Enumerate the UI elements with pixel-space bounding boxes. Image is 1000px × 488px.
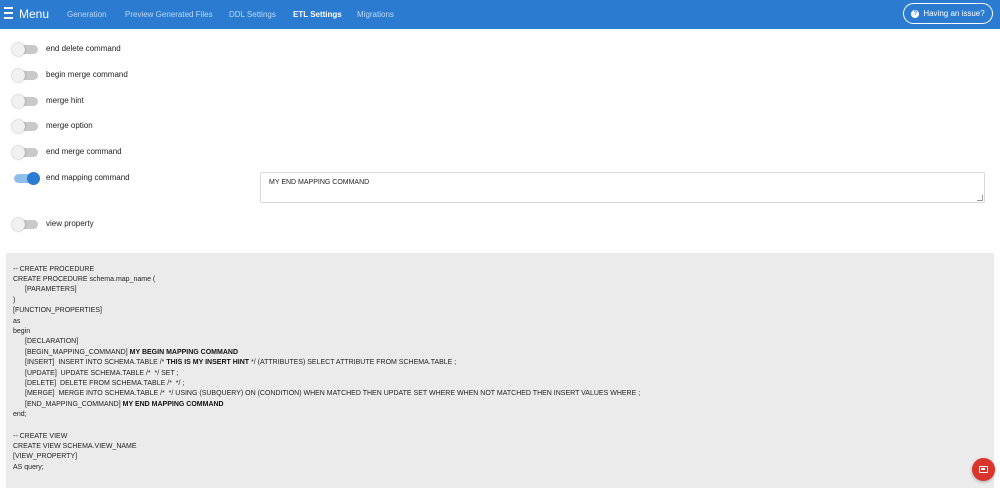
nav-preview-generated-files[interactable]: Preview Generated Files xyxy=(125,10,213,19)
question-icon: ? xyxy=(911,9,920,18)
code-line: AS query; xyxy=(13,464,44,471)
nav-etl-settings[interactable]: ETL Settings xyxy=(293,10,342,19)
code-line: [MERGE] MERGE INTO SCHEMA.TABLE /* */ US… xyxy=(25,390,641,397)
end-mapping-command-input[interactable]: MY END MAPPING COMMAND xyxy=(260,172,985,203)
top-navigation-bar: Menu Generation Preview Generated Files … xyxy=(0,0,1000,29)
toggle-end-delete-command[interactable] xyxy=(12,42,38,56)
hamburger-menu-icon[interactable] xyxy=(4,7,14,21)
code-line: [DELETE] DELETE FROM SCHEMA.TABLE /* */ … xyxy=(25,380,185,387)
nav-generation[interactable]: Generation xyxy=(67,10,107,19)
toggle-merge-hint[interactable] xyxy=(12,94,38,108)
label-end-delete-command: end delete command xyxy=(46,44,121,53)
code-line: [INSERT] INSERT INTO SCHEMA.TABLE /* THI… xyxy=(25,359,457,366)
nav-migrations[interactable]: Migrations xyxy=(357,10,394,19)
code-line: as xyxy=(13,318,21,325)
chat-fab-button[interactable] xyxy=(972,458,995,481)
label-merge-hint: merge hint xyxy=(46,96,84,105)
code-line: end; xyxy=(13,411,27,418)
label-end-merge-command: end merge command xyxy=(46,147,122,156)
code-line: CREATE VIEW SCHEMA.VIEW_NAME xyxy=(13,443,137,450)
code-line: -- CREATE VIEW xyxy=(13,433,68,440)
toggle-view-property[interactable] xyxy=(12,217,38,231)
code-line: begin xyxy=(13,328,31,335)
toggle-end-mapping-command[interactable] xyxy=(14,171,40,185)
code-line: [UPDATE] UPDATE SCHEMA.TABLE /* */ SET ; xyxy=(25,370,179,377)
menu-button[interactable]: Menu xyxy=(19,7,49,21)
code-line: [BEGIN_MAPPING_COMMAND] MY BEGIN MAPPING… xyxy=(25,349,239,356)
code-line: [END_MAPPING_COMMAND] MY END MAPPING COM… xyxy=(25,401,224,408)
code-line: -- CREATE PROCEDURE xyxy=(13,266,95,273)
code-line: [VIEW_PROPERTY] xyxy=(13,453,78,460)
label-end-mapping-command: end mapping command xyxy=(46,173,130,182)
having-an-issue-label: Having an issue? xyxy=(923,9,985,18)
resize-handle-icon[interactable] xyxy=(977,195,983,201)
having-an-issue-button[interactable]: ? Having an issue? xyxy=(903,3,993,24)
toggle-begin-merge-command[interactable] xyxy=(12,68,38,82)
label-begin-merge-command: begin merge command xyxy=(46,70,128,79)
label-merge-option: merge option xyxy=(46,121,93,130)
code-line: [PARAMETERS] xyxy=(25,286,77,293)
code-line: [DECLARATION] xyxy=(25,338,79,345)
code-line: CREATE PROCEDURE schema.map_name ( xyxy=(13,276,156,283)
nav-ddl-settings[interactable]: DDL Settings xyxy=(229,10,276,19)
code-line: [FUNCTION_PROPERTIES] xyxy=(13,307,102,314)
message-icon xyxy=(979,466,988,473)
label-view-property: view property xyxy=(46,219,94,228)
code-preview: -- CREATE PROCEDURE CREATE PROCEDURE sch… xyxy=(6,253,994,488)
toggle-end-merge-command[interactable] xyxy=(12,145,38,159)
code-line: ) xyxy=(13,297,16,304)
toggle-merge-option[interactable] xyxy=(12,119,38,133)
end-mapping-command-value: MY END MAPPING COMMAND xyxy=(269,179,370,186)
etl-settings-panel xyxy=(6,29,994,253)
